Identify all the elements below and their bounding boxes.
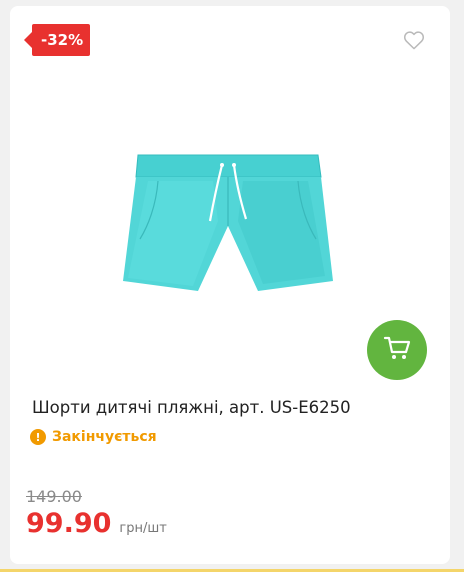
stock-status-text: Закінчується <box>52 429 157 445</box>
price-unit: грн/шт <box>119 521 167 536</box>
current-price: 99.90 <box>26 508 112 539</box>
product-card[interactable]: -32% Шорти дитячі пляжні, арт. US-E6250 … <box>10 6 450 564</box>
product-title[interactable]: Шорти дитячі пляжні, арт. US-E6250 <box>32 398 432 417</box>
product-image[interactable] <box>118 151 338 301</box>
old-price: 149.00 <box>26 487 82 506</box>
price-row: 99.90 грн/шт <box>26 508 167 539</box>
exclamation-icon: ! <box>30 429 46 445</box>
add-to-cart-button[interactable] <box>367 320 427 380</box>
stock-status: ! Закінчується <box>30 429 157 445</box>
cart-icon <box>383 335 411 365</box>
discount-badge: -32% <box>23 24 91 56</box>
heart-icon[interactable] <box>403 30 425 50</box>
